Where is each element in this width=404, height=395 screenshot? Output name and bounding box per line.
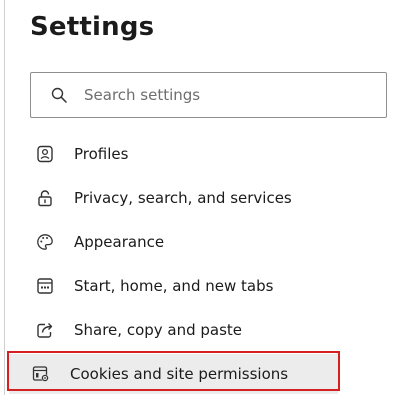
sidebar-item-label: Cookies and site permissions [70, 365, 289, 383]
panel-divider [4, 0, 5, 395]
palette-icon [35, 232, 55, 252]
start-page-icon [35, 276, 55, 296]
site-permissions-icon [31, 364, 51, 384]
sidebar-item-cookies-site-permissions[interactable]: Cookies and site permissions [9, 354, 338, 394]
search-icon [51, 87, 67, 103]
sidebar-item-profiles[interactable]: Profiles [30, 134, 350, 174]
search-box[interactable] [30, 72, 387, 118]
sidebar-item-label: Appearance [74, 233, 165, 251]
settings-panel: Settings Profiles [0, 0, 404, 395]
search-input[interactable] [84, 86, 334, 104]
page-title: Settings [30, 12, 155, 42]
lock-icon [35, 188, 55, 208]
sidebar-item-label: Start, home, and new tabs [74, 277, 274, 295]
sidebar-item-label: Profiles [74, 145, 129, 163]
profile-icon [35, 144, 55, 164]
sidebar-item-privacy[interactable]: Privacy, search, and services [30, 178, 350, 218]
sidebar-item-appearance[interactable]: Appearance [30, 222, 350, 262]
sidebar-item-start-home[interactable]: Start, home, and new tabs [30, 266, 350, 306]
sidebar-item-label: Share, copy and paste [74, 321, 243, 339]
sidebar-item-share-copy-paste[interactable]: Share, copy and paste [30, 310, 350, 350]
share-icon [35, 320, 55, 340]
sidebar-item-label: Privacy, search, and services [74, 189, 292, 207]
